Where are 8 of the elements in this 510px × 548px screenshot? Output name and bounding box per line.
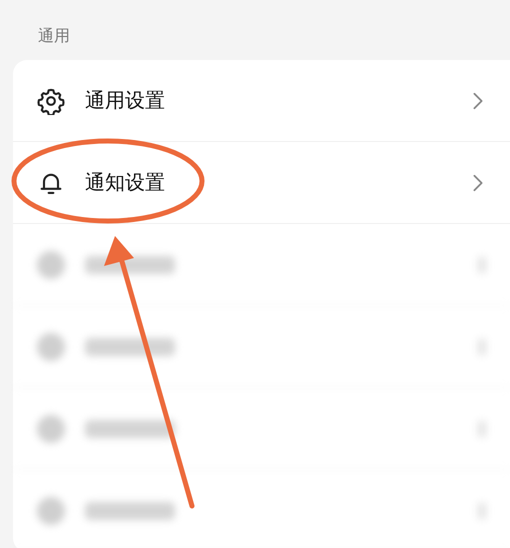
row-label: 通知设置	[85, 169, 166, 196]
row-label: 通用设置	[85, 87, 166, 114]
settings-row[interactable]: 通用设置	[13, 60, 510, 142]
settings-icon	[37, 86, 65, 114]
chevron-right-icon	[472, 92, 484, 110]
chevron-right-icon	[472, 174, 484, 192]
section-title: 通用	[37, 25, 71, 47]
settings-row[interactable]: 通知设置	[13, 142, 510, 224]
